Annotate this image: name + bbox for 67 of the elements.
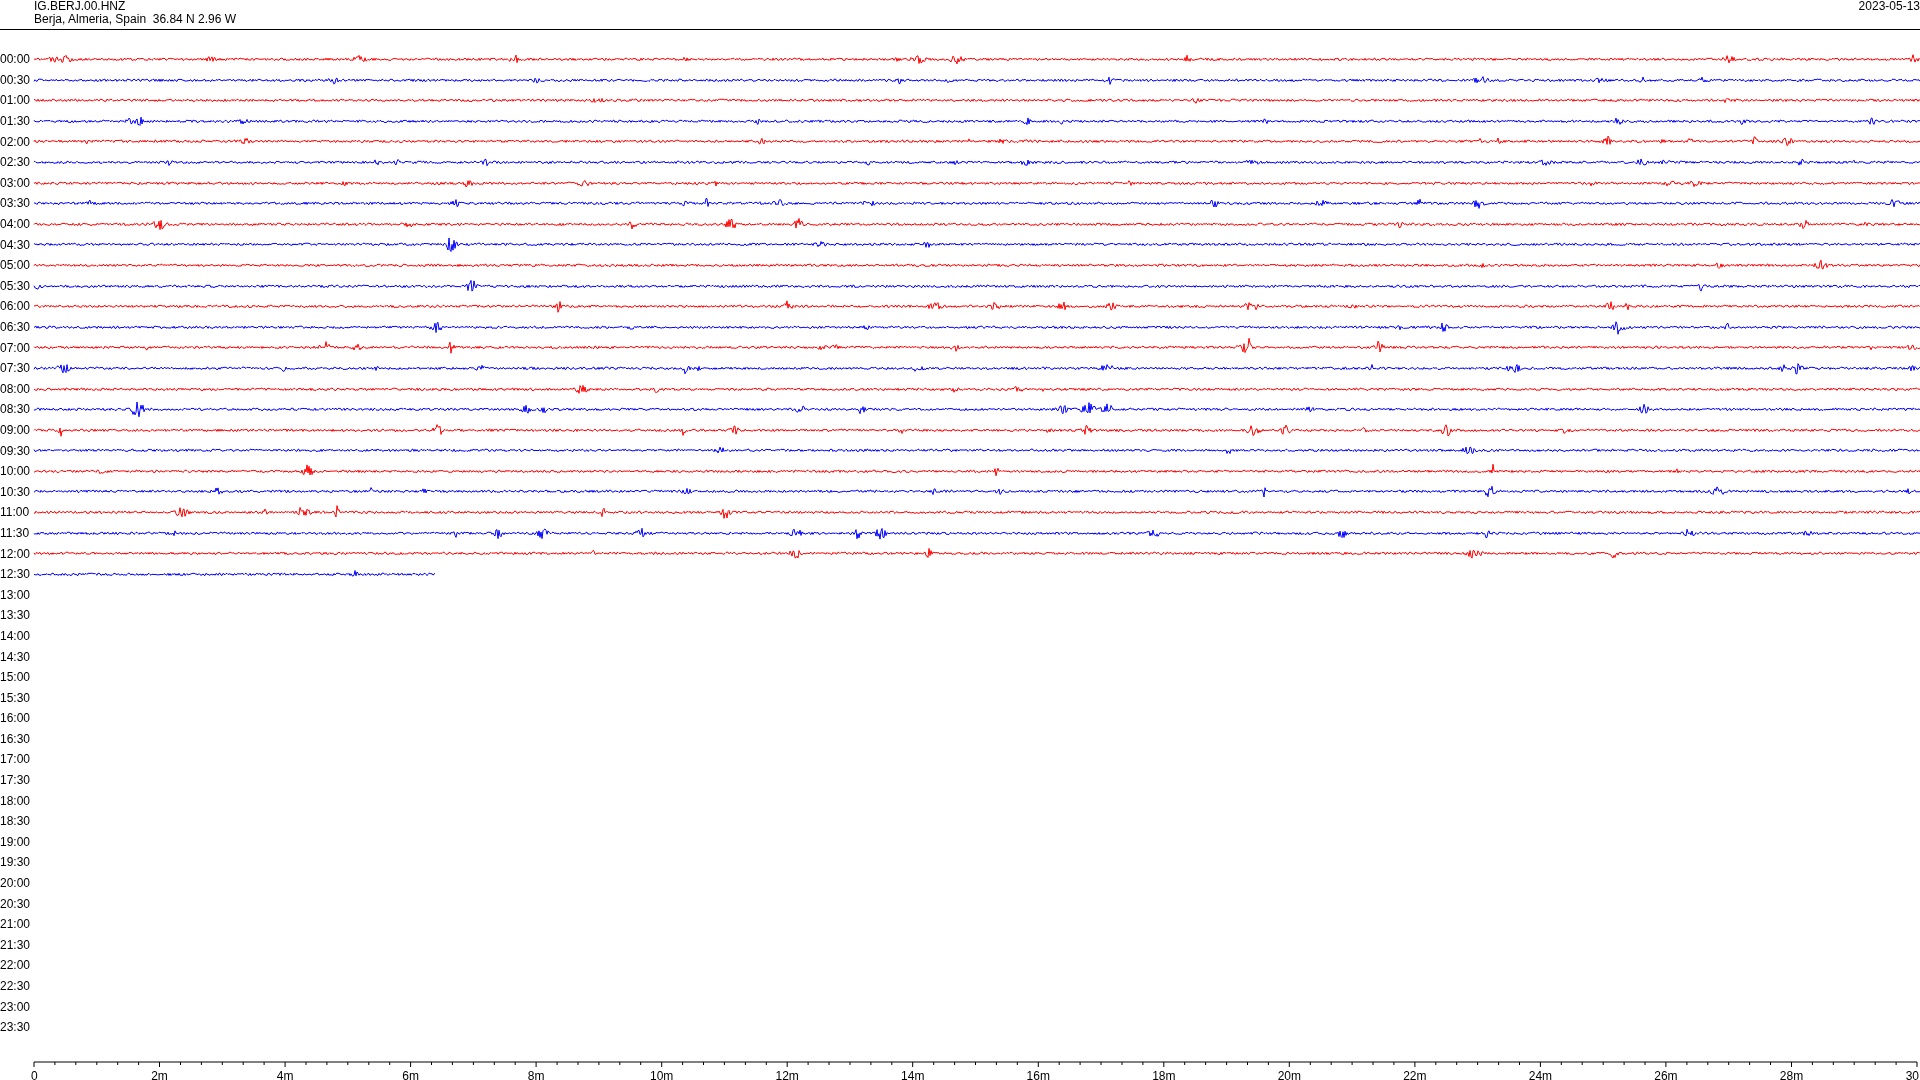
hour-label: 03:00: [0, 175, 32, 190]
station-location: Berja, Almeria, Spain 36.84 N 2.96 W: [34, 13, 237, 26]
hour-label: 16:00: [0, 711, 32, 726]
hour-label: 17:30: [0, 773, 32, 788]
hour-label: 14:00: [0, 628, 32, 643]
hour-label: 06:30: [0, 320, 32, 334]
hour-label: 21:30: [0, 937, 32, 952]
axis-label: 6m: [402, 1068, 419, 1080]
hour-label: 20:30: [0, 896, 32, 911]
hour-label: 18:30: [0, 814, 32, 829]
axis-label: 2m: [151, 1068, 168, 1080]
hour-label: 12:30: [0, 567, 32, 582]
hour-label: 00:00: [0, 52, 32, 67]
date-label: 2023-05-13: [1858, 0, 1920, 13]
axis-label: 28m: [1779, 1068, 1804, 1080]
axis-label: 20m: [1277, 1068, 1301, 1080]
station-code: IG.BERJ.00.HNZ: [34, 0, 127, 13]
hour-label: 11:00: [0, 505, 31, 520]
hour-label: 06:00: [0, 299, 32, 314]
hour-label: 16:30: [0, 731, 32, 746]
axis-label: 22m: [1403, 1068, 1427, 1080]
hour-label: 18:00: [0, 793, 32, 808]
hour-label: 22:30: [0, 979, 32, 993]
hour-label: 08:30: [0, 402, 32, 417]
axis-label: 16m: [1026, 1068, 1050, 1080]
axis-label: 4m: [276, 1068, 294, 1080]
hour-label: 10:00: [0, 464, 32, 479]
hour-label: 03:30: [0, 196, 32, 211]
axis-label: 10m: [650, 1068, 674, 1080]
hour-label: 11:30: [0, 525, 31, 540]
hour-label: 21:00: [0, 917, 32, 932]
hour-label: 02:30: [0, 155, 32, 170]
axis-label: 12m: [775, 1068, 799, 1080]
hour-label: 02:00: [0, 134, 32, 149]
hour-label: 20:00: [0, 876, 32, 891]
hour-label: 19:00: [0, 834, 32, 849]
hour-label: 05:30: [0, 278, 32, 293]
axis-label: 14m: [901, 1068, 925, 1080]
hour-label: 14:30: [0, 649, 32, 664]
hour-label: 10:30: [0, 484, 32, 499]
hour-label: 01:00: [0, 93, 32, 108]
hour-label: 07:30: [0, 361, 32, 376]
hour-label: 15:30: [0, 690, 32, 705]
hour-label: 13:30: [0, 608, 32, 623]
hour-label: 01:30: [0, 114, 32, 129]
hour-label: 00:30: [0, 72, 32, 87]
hour-label: 09:30: [0, 443, 32, 458]
axis-label: 0: [31, 1068, 38, 1080]
hour-label: 07:00: [0, 340, 32, 355]
axis-label: 26m: [1654, 1068, 1678, 1080]
hour-label: 23:30: [0, 1020, 32, 1035]
hour-label: 08:00: [0, 381, 32, 396]
hour-label: 22:00: [0, 958, 32, 973]
hour-label: 09:00: [0, 423, 32, 437]
axis-label: 18m: [1152, 1068, 1176, 1080]
hour-label: 19:30: [0, 855, 32, 870]
hour-label: 23:00: [0, 999, 32, 1014]
hour-label: 15:00: [0, 670, 32, 685]
hour-label: 04:00: [0, 217, 32, 232]
hour-label: 13:00: [0, 587, 32, 602]
hour-label: 04:30: [0, 237, 32, 252]
axis-label: 8m: [527, 1068, 545, 1080]
hour-label: 17:00: [0, 752, 32, 767]
axis-label: 24m: [1528, 1068, 1553, 1080]
axis-label: 30: [1905, 1068, 1919, 1080]
hour-label: 12:00: [0, 546, 32, 561]
hour-label: 05:00: [0, 258, 32, 273]
